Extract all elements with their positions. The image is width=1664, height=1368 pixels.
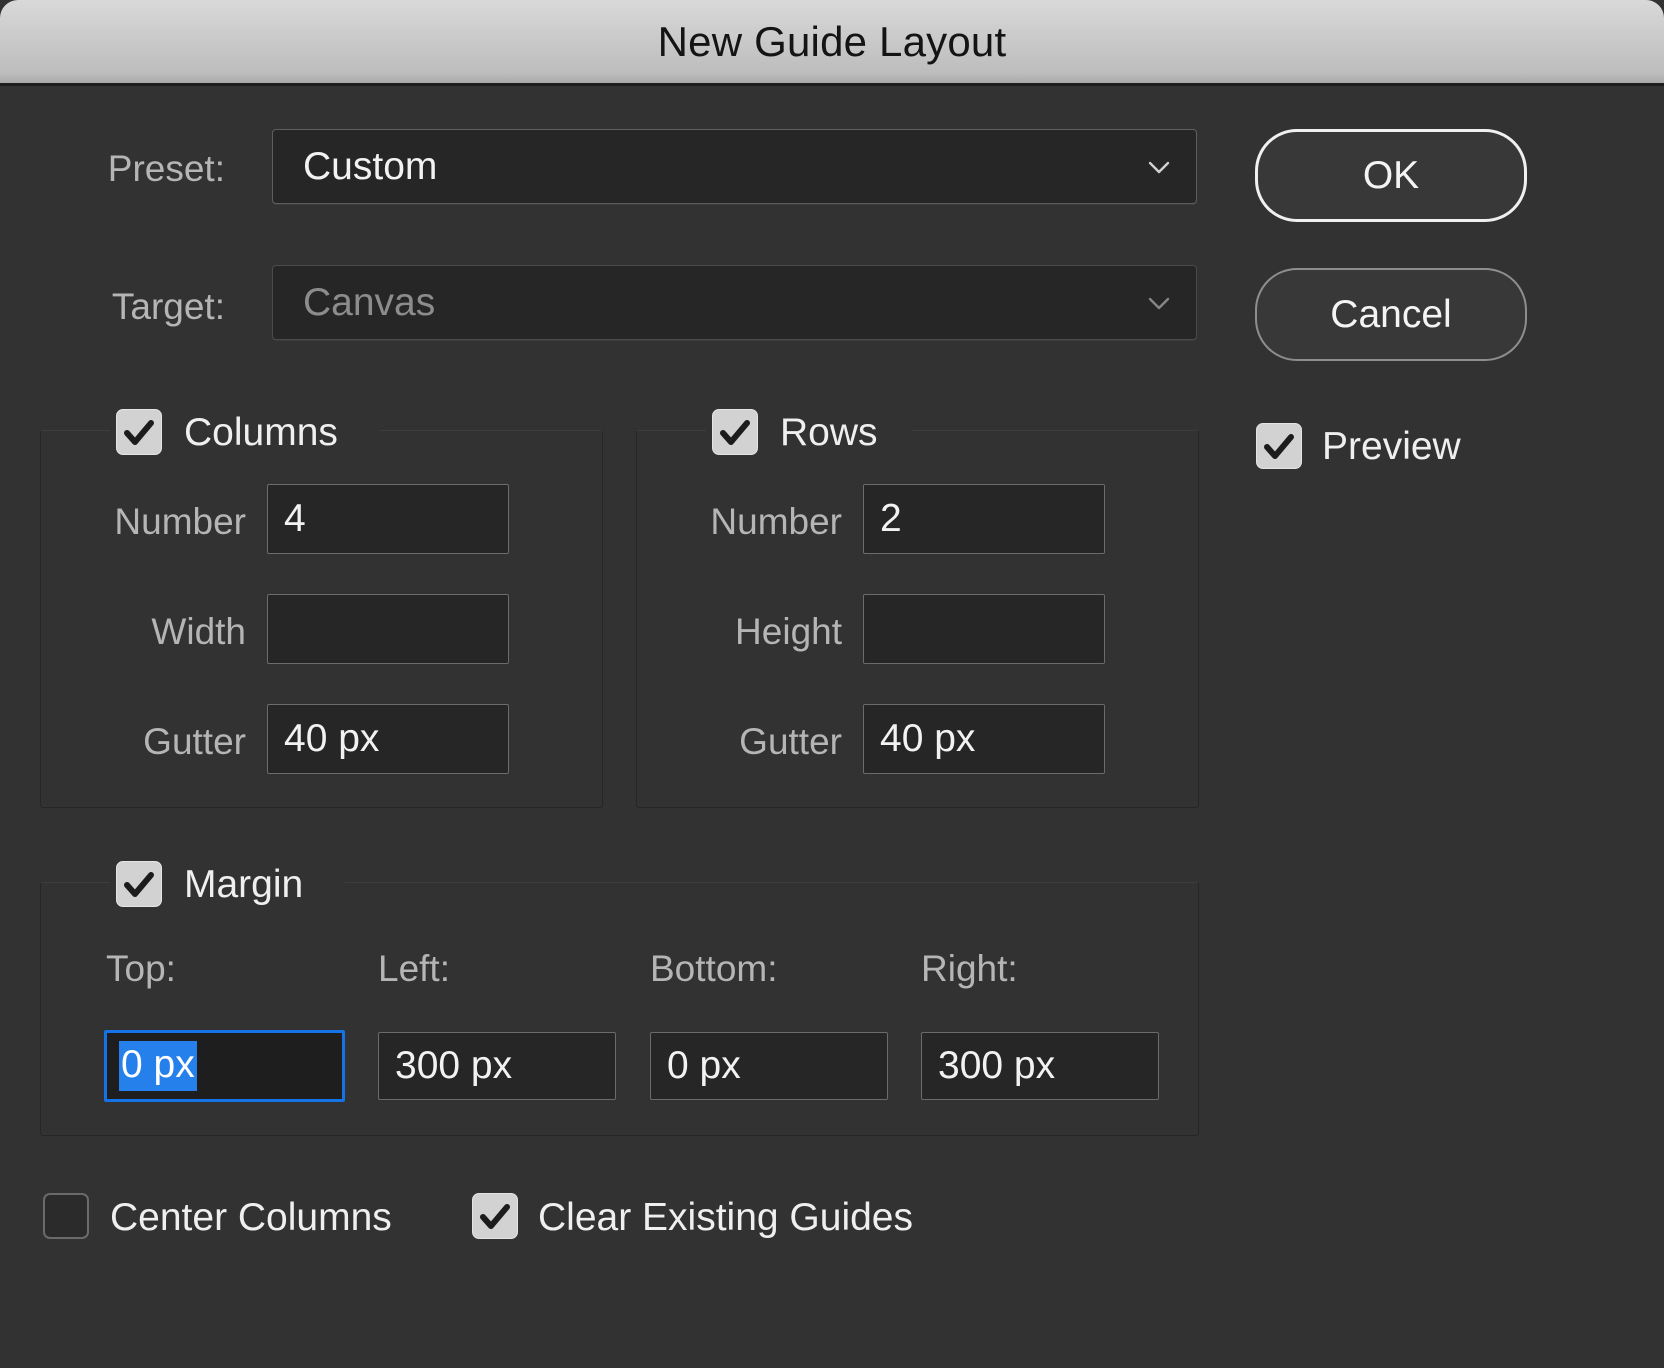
columns-checkbox[interactable] — [116, 409, 162, 455]
center-columns-label: Center Columns — [110, 1196, 392, 1239]
rows-gutter-label: Gutter — [739, 721, 842, 762]
margin-top-input[interactable]: 0 px — [104, 1030, 345, 1102]
clear-existing-guides-label: Clear Existing Guides — [538, 1196, 913, 1239]
rows-number-value: 2 — [880, 497, 902, 540]
rows-checkbox[interactable] — [712, 409, 758, 455]
cancel-button-label: Cancel — [1330, 292, 1452, 336]
margin-right-label: Right: — [921, 948, 1018, 989]
target-value: Canvas — [303, 280, 436, 324]
ok-button[interactable]: OK — [1255, 129, 1527, 222]
columns-number-value: 4 — [284, 497, 306, 540]
clear-existing-guides-checkbox[interactable] — [472, 1193, 518, 1239]
preview-label: Preview — [1322, 425, 1461, 468]
dialog-title: New Guide Layout — [657, 18, 1007, 65]
preset-value: Custom — [303, 144, 438, 188]
columns-gutter-value: 40 px — [284, 717, 380, 760]
margin-left-input[interactable]: 300 px — [378, 1032, 616, 1100]
columns-width-input[interactable] — [267, 594, 509, 664]
cancel-button[interactable]: Cancel — [1255, 268, 1527, 361]
columns-number-input[interactable]: 4 — [267, 484, 509, 554]
margin-top-value: 0 px — [119, 1041, 197, 1091]
rows-height-label: Height — [735, 611, 842, 652]
rows-number-label: Number — [710, 501, 842, 542]
margin-left-label: Left: — [378, 948, 450, 989]
columns-number-label: Number — [114, 501, 246, 542]
preview-checkbox[interactable] — [1256, 423, 1302, 469]
chevron-down-icon — [1146, 154, 1172, 180]
ok-button-label: OK — [1362, 153, 1420, 197]
margin-legend: Margin — [184, 863, 304, 906]
rows-height-input[interactable] — [863, 594, 1105, 664]
rows-legend: Rows — [780, 411, 878, 454]
target-label: Target: — [111, 286, 225, 327]
margin-left-value: 300 px — [395, 1044, 513, 1087]
columns-gutter-label: Gutter — [143, 721, 246, 762]
rows-gutter-input[interactable]: 40 px — [863, 704, 1105, 774]
target-dropdown[interactable]: Canvas — [272, 265, 1197, 340]
rows-number-input[interactable]: 2 — [863, 484, 1105, 554]
center-columns-checkbox[interactable] — [43, 1193, 89, 1239]
new-guide-layout-dialog: New Guide Layout Preset: Custom Target: … — [0, 0, 1664, 1368]
margin-bottom-input[interactable]: 0 px — [650, 1032, 888, 1100]
dialog-titlebar: New Guide Layout — [0, 0, 1664, 86]
preset-dropdown[interactable]: Custom — [272, 129, 1197, 204]
margin-bottom-label: Bottom: — [650, 948, 778, 989]
margin-right-value: 300 px — [938, 1044, 1056, 1087]
preset-label: Preset: — [107, 148, 225, 189]
rows-gutter-value: 40 px — [880, 717, 976, 760]
columns-gutter-input[interactable]: 40 px — [267, 704, 509, 774]
margin-bottom-value: 0 px — [667, 1044, 741, 1087]
columns-width-label: Width — [151, 611, 246, 652]
chevron-down-icon — [1146, 290, 1172, 316]
columns-legend: Columns — [184, 411, 338, 454]
margin-checkbox[interactable] — [116, 861, 162, 907]
margin-top-label: Top: — [106, 948, 176, 989]
margin-right-input[interactable]: 300 px — [921, 1032, 1159, 1100]
